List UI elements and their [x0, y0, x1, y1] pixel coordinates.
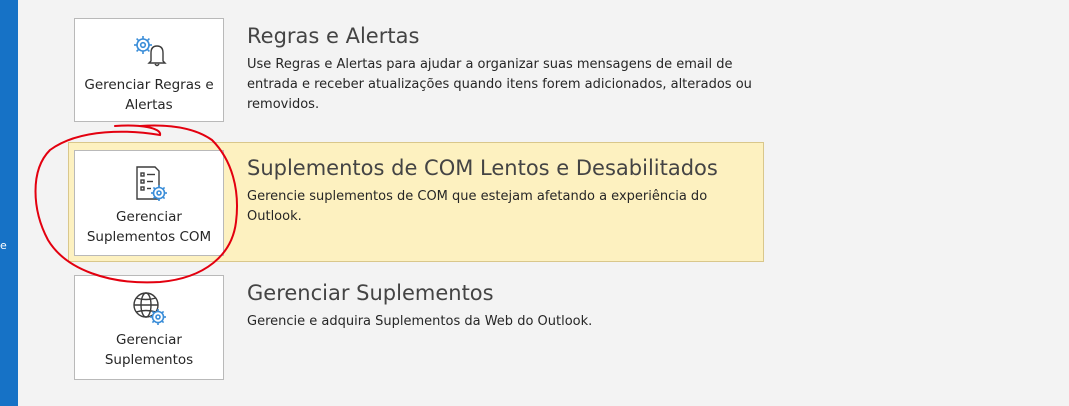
manage-addins-heading: Gerenciar Suplementos — [247, 281, 494, 305]
manage-addins-description-line-1: Gerencie e adquira Suplementos da Web do… — [247, 314, 593, 329]
tile-label: Gerenciar Regras e Alertas — [84, 77, 214, 113]
outlook-options-page: e Gerenciar Regras e Alertas Regras e Al… — [0, 0, 1069, 406]
rules-alerts-description-line-2: entrada e receber atualizações quando it… — [247, 77, 752, 92]
left-navigation-rail: e — [0, 0, 18, 406]
tile-label: Gerenciar Suplementos COM — [86, 209, 212, 245]
gear-bell-icon — [129, 33, 169, 71]
checklist-gear-icon — [129, 165, 169, 207]
com-addins-heading: Suplementos de COM Lentos e Desabilitado… — [247, 156, 718, 180]
manage-com-addins-button[interactable]: Gerenciar Suplementos COM — [74, 150, 224, 256]
com-addins-description-line-2: Outlook. — [247, 209, 302, 224]
tile-label: Gerenciar Suplementos — [104, 332, 194, 368]
rules-alerts-description-line-3: removidos. — [247, 97, 320, 112]
globe-gear-icon — [129, 289, 169, 331]
rules-alerts-heading: Regras e Alertas — [247, 24, 420, 48]
manage-rules-alerts-button[interactable]: Gerenciar Regras e Alertas — [74, 18, 224, 122]
left-rail-text: e — [0, 239, 7, 252]
manage-addins-button[interactable]: Gerenciar Suplementos — [74, 275, 224, 380]
rules-alerts-description-line-1: Use Regras e Alertas para ajudar a organ… — [247, 57, 733, 72]
com-addins-description-line-1: Gerencie suplementos de COM que estejam … — [247, 189, 708, 204]
